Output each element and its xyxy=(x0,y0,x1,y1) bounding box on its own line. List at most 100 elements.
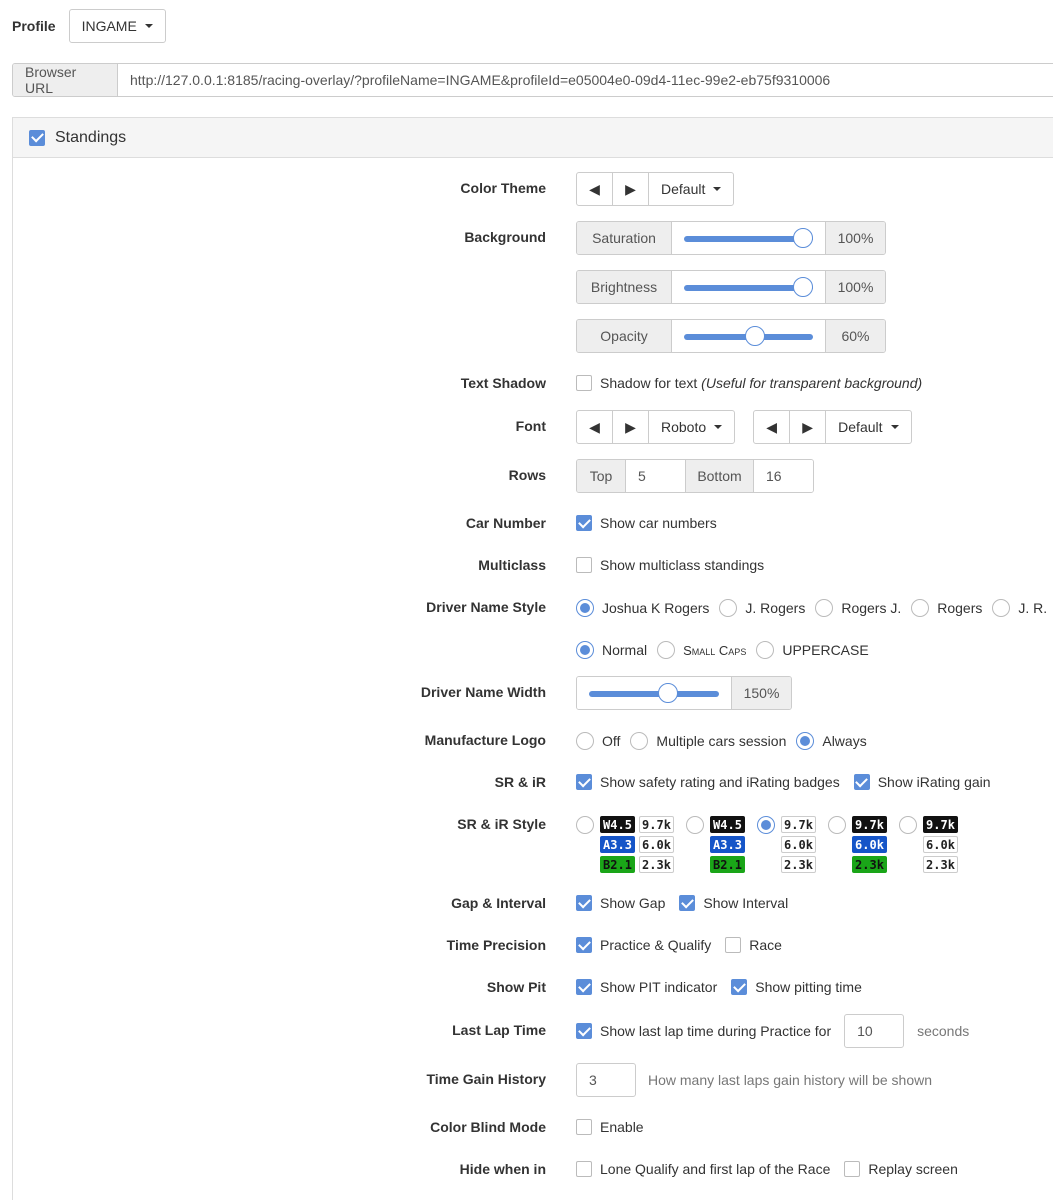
slider-handle[interactable] xyxy=(793,277,813,297)
slider-track xyxy=(589,691,719,697)
slider-handle[interactable] xyxy=(657,683,678,703)
sr-ir-style-option[interactable]: W4.5 9.7k A3.3 6.0k B2.1 2.3k xyxy=(576,816,674,873)
background-opacity-slider[interactable] xyxy=(671,320,826,352)
sr-ir-option[interactable]: Show iRating gain xyxy=(853,774,991,790)
rows-bottom-input[interactable]: 16 xyxy=(754,460,813,492)
sr-ir-option[interactable]: Show safety rating and iRating badges xyxy=(576,774,840,790)
background-saturation-slider[interactable] xyxy=(671,222,826,254)
show-pit-checkbox[interactable] xyxy=(731,979,748,995)
manufacture-logo-radio[interactable] xyxy=(630,732,649,750)
manufacture-logo-radio[interactable] xyxy=(576,732,594,750)
rows-group: Top 5 Bottom 16 xyxy=(576,459,814,493)
time-gain-input[interactable]: 3 xyxy=(576,1063,636,1097)
driver-name-format-option[interactable]: J. R. xyxy=(992,599,1047,617)
font-weight-next-button[interactable]: ▶ xyxy=(790,411,827,443)
driver-name-case-radio[interactable] xyxy=(657,641,676,659)
font-weight-dropdown[interactable]: Default xyxy=(826,411,910,443)
driver-name-width-slider[interactable] xyxy=(577,677,732,709)
color-blind-option[interactable]: Enable xyxy=(576,1119,644,1135)
gap-interval-option[interactable]: Show Interval xyxy=(679,895,788,911)
driver-name-format-option[interactable]: Rogers J. xyxy=(815,599,901,617)
slider-handle[interactable] xyxy=(745,326,766,346)
driver-name-case-option-label: UPPERCASE xyxy=(782,642,869,658)
text-shadow-checkbox[interactable] xyxy=(576,375,592,391)
sr-ir-style-radio[interactable] xyxy=(828,816,846,834)
last-lap-seconds-input[interactable]: 10 xyxy=(844,1014,905,1048)
sr-ir-style-radio[interactable] xyxy=(576,816,594,834)
font-family-next-button[interactable]: ▶ xyxy=(613,411,649,443)
driver-name-case-radio[interactable] xyxy=(576,641,594,659)
driver-name-format-option[interactable]: Joshua K Rogers xyxy=(576,599,709,617)
sr-ir-style-radio[interactable] xyxy=(686,816,704,834)
gap-interval-checkbox[interactable] xyxy=(679,895,696,911)
caret-down-icon xyxy=(713,187,722,191)
sr-ir-style-radio[interactable] xyxy=(899,816,917,834)
browser-url-field[interactable]: http://127.0.0.1:8185/racing-overlay/?pr… xyxy=(118,64,1053,96)
profile-dropdown[interactable]: INGAME xyxy=(68,9,166,43)
rows-top-input[interactable]: 5 xyxy=(626,460,685,492)
driver-name-case-option[interactable]: Small Caps xyxy=(657,641,746,659)
font-label: Font xyxy=(515,418,546,434)
font-weight-prev-button[interactable]: ◀ xyxy=(754,411,791,443)
gap-interval-checkbox[interactable] xyxy=(576,895,592,911)
multiclass-option[interactable]: Show multiclass standings xyxy=(576,557,764,573)
sr-ir-style-option[interactable]: 9.7k 6.0k 2.3k xyxy=(757,816,816,873)
slider-handle[interactable] xyxy=(793,228,813,248)
color-theme-dropdown[interactable]: Default xyxy=(649,173,733,205)
driver-name-case-option[interactable]: UPPERCASE xyxy=(756,641,869,659)
driver-name-format-option[interactable]: Rogers xyxy=(911,599,982,617)
font-weight-group: ◀ ▶ Default xyxy=(753,410,912,444)
sr-ir-checkbox[interactable] xyxy=(576,774,592,790)
font-family-dropdown[interactable]: Roboto xyxy=(649,411,734,443)
background-brightness-slider[interactable] xyxy=(671,271,826,303)
last-lap-unit: seconds xyxy=(917,1023,970,1039)
car-number-checkbox[interactable] xyxy=(576,515,592,531)
show-pit-option[interactable]: Show pitting time xyxy=(731,979,862,995)
show-pit-checkbox[interactable] xyxy=(576,979,592,995)
sr-ir-style-option[interactable]: 9.7k 6.0k 2.3k xyxy=(899,816,958,873)
hide-when-checkbox[interactable] xyxy=(844,1161,861,1177)
time-precision-option[interactable]: Race xyxy=(725,937,782,953)
sr-ir-checkbox[interactable] xyxy=(853,774,870,790)
show-pit-option-label: Show PIT indicator xyxy=(600,979,718,995)
sr-ir-style-radio[interactable] xyxy=(757,816,775,834)
time-precision-checkbox[interactable] xyxy=(725,937,742,953)
sr-ir-style-option[interactable]: 9.7k 6.0k 2.3k xyxy=(828,816,887,873)
last-lap-checkbox[interactable] xyxy=(576,1023,592,1039)
manufacture-logo-option[interactable]: Multiple cars session xyxy=(630,732,786,750)
hide-when-option[interactable]: Lone Qualify and first lap of the Race xyxy=(576,1161,830,1177)
driver-name-format-radio[interactable] xyxy=(911,599,930,617)
gap-interval-option-label: Show Interval xyxy=(703,895,789,911)
driver-name-case-option[interactable]: Normal xyxy=(576,641,647,659)
manufacture-logo-option[interactable]: Off xyxy=(576,732,620,750)
sr-ir-style-option[interactable]: W4.5 A3.3 B2.1 xyxy=(686,816,745,873)
driver-name-case-radio[interactable] xyxy=(756,641,775,659)
time-precision-checkbox[interactable] xyxy=(576,937,592,953)
car-number-option[interactable]: Show car numbers xyxy=(576,515,717,531)
color-blind-checkbox[interactable] xyxy=(576,1119,592,1135)
background-slider-control: Saturation 100% xyxy=(576,221,886,255)
gap-interval-label: Gap & Interval xyxy=(451,895,546,911)
driver-name-format-radio[interactable] xyxy=(576,599,594,617)
time-precision-option[interactable]: Practice & Qualify xyxy=(576,937,711,953)
driver-name-format-option[interactable]: J. Rogers xyxy=(719,599,805,617)
show-pit-option[interactable]: Show PIT indicator xyxy=(576,979,717,995)
text-shadow-option[interactable]: Shadow for text (Useful for transparent … xyxy=(576,375,922,391)
last-lap-option[interactable]: Show last lap time during Practice for xyxy=(576,1023,831,1039)
standings-enable-checkbox[interactable] xyxy=(29,129,45,146)
hide-when-checkbox[interactable] xyxy=(576,1161,592,1177)
gap-interval-option[interactable]: Show Gap xyxy=(576,895,665,911)
manufacture-logo-radio[interactable] xyxy=(796,732,815,750)
driver-name-format-radio[interactable] xyxy=(992,599,1011,617)
background-brightness-label: Brightness xyxy=(577,271,671,303)
manufacture-logo-option[interactable]: Always xyxy=(796,732,867,750)
badge-row: 2.3k xyxy=(923,856,958,873)
hide-when-option[interactable]: Replay screen xyxy=(844,1161,958,1177)
driver-name-format-radio[interactable] xyxy=(719,599,738,617)
driver-name-format-radio[interactable] xyxy=(815,599,834,617)
color-theme-next-button[interactable]: ▶ xyxy=(613,173,649,205)
font-family-prev-button[interactable]: ◀ xyxy=(577,411,613,443)
multiclass-checkbox[interactable] xyxy=(576,557,592,573)
color-theme-prev-button[interactable]: ◀ xyxy=(577,173,613,205)
browser-url-group: Browser URL http://127.0.0.1:8185/racing… xyxy=(12,63,1053,97)
